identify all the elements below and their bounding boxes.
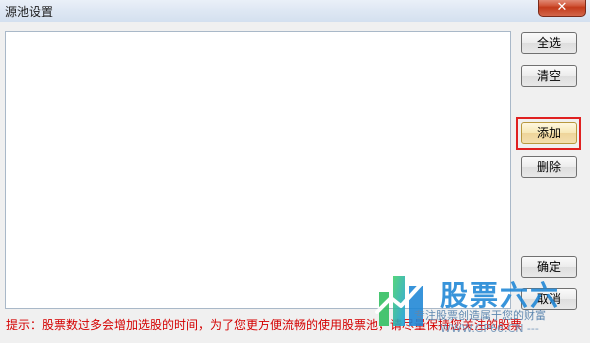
watermark-slogan: 专注股票创造属于您的财富 [414,309,546,322]
select-all-button[interactable]: 全选 [521,32,577,54]
clear-button[interactable]: 清空 [521,65,577,87]
title-bar[interactable]: 源池设置 ✕ [0,0,590,22]
source-pool-settings-dialog: 源池设置 ✕ 全选 清空 添加 删除 确定 取消 提示：股票数过多会增加选股的时… [0,0,590,343]
window-title: 源池设置 [5,5,54,19]
close-button[interactable]: ✕ [538,0,586,17]
stock-pool-list[interactable] [5,31,511,309]
watermark: 股票六六 专注股票创造属于您的财富 WWW.GP66.CN --- [370,270,590,343]
delete-button[interactable]: 删除 [521,156,577,178]
close-icon: ✕ [556,0,568,15]
watermark-url: WWW.GP66.CN --- [440,322,539,335]
add-button[interactable]: 添加 [521,122,577,144]
